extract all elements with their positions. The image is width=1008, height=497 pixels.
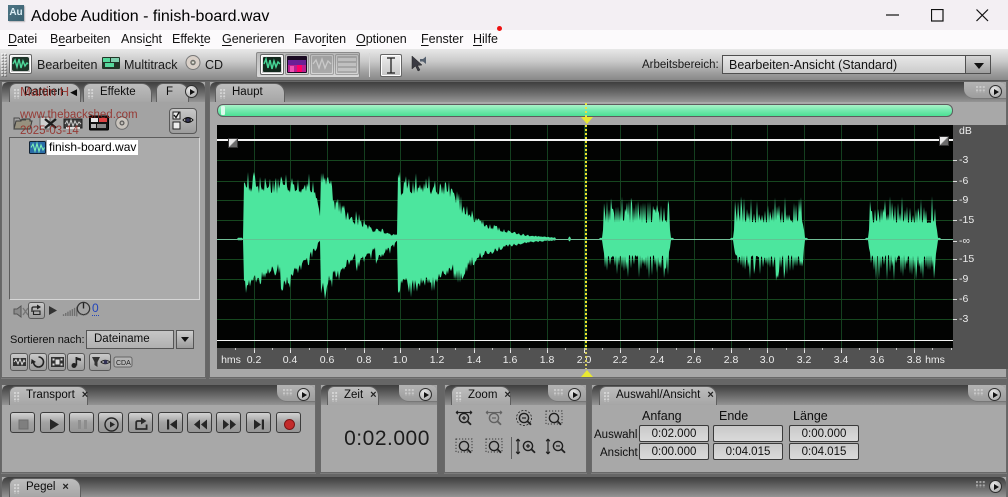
svg-text:CDA: CDA <box>116 360 131 367</box>
